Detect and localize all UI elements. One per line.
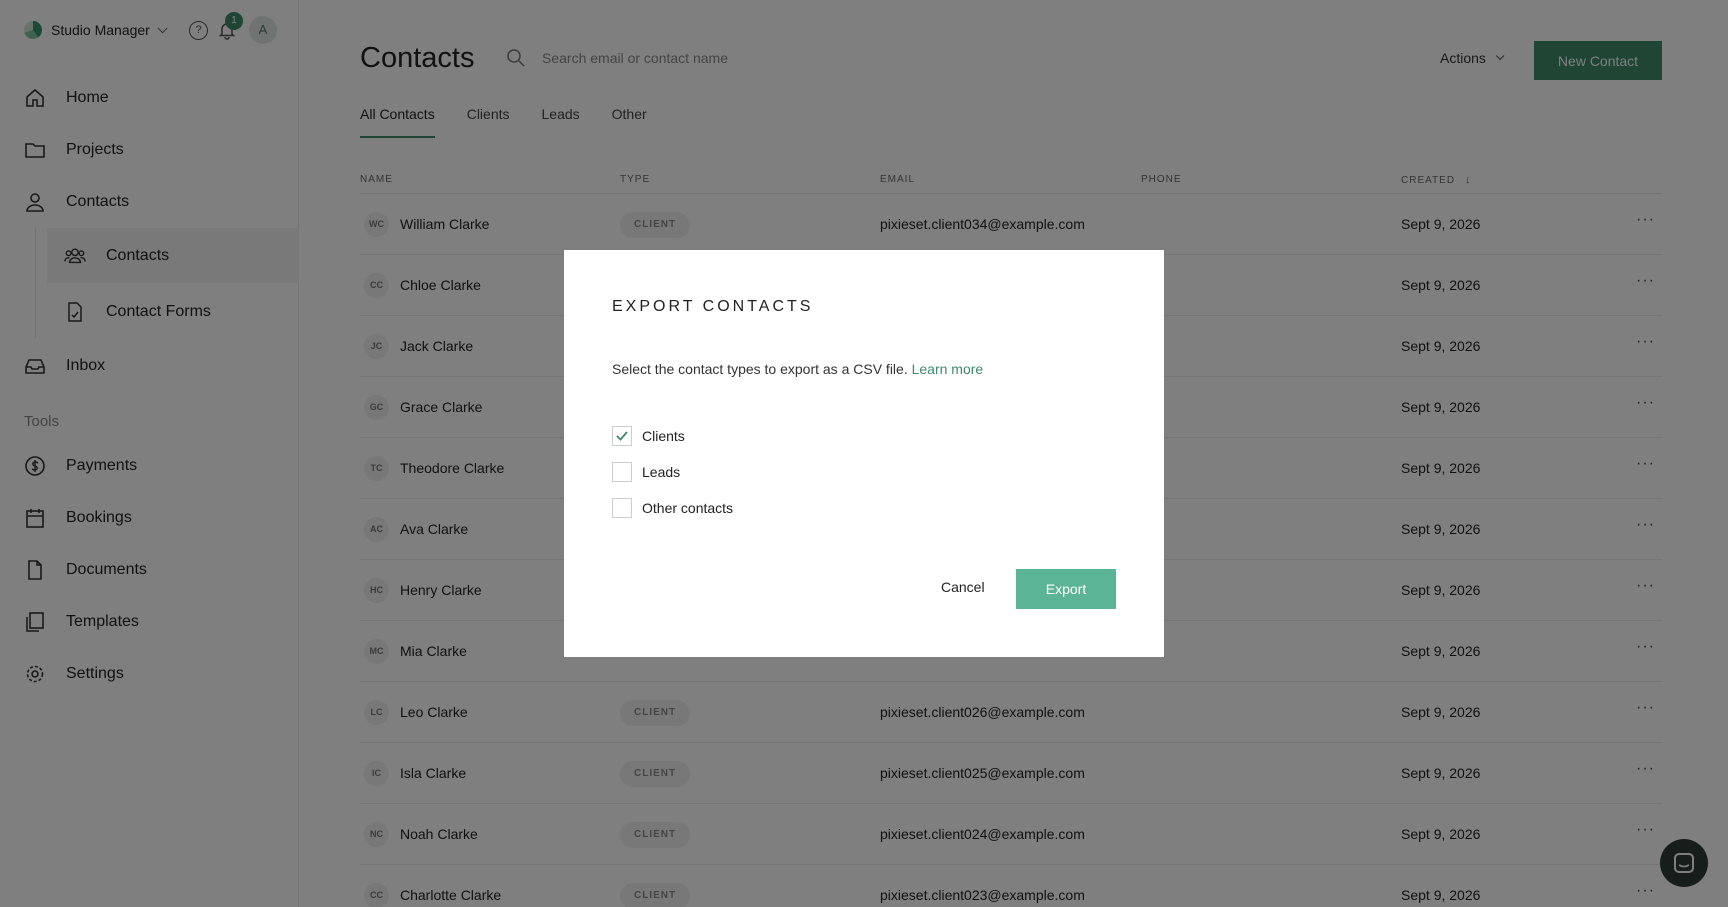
option-other-contacts[interactable]: Other contacts	[612, 498, 733, 518]
checkbox-label: Leads	[642, 464, 681, 480]
dialog-title: EXPORT CONTACTS	[612, 298, 814, 315]
export-contacts-dialog: EXPORT CONTACTS Select the contact types…	[564, 250, 1164, 657]
option-clients[interactable]: Clients	[612, 426, 685, 446]
modal-overlay[interactable]: EXPORT CONTACTS Select the contact types…	[0, 0, 1728, 907]
checkmark-icon	[616, 431, 628, 441]
other-contacts-checkbox[interactable]	[612, 498, 632, 518]
cancel-button[interactable]: Cancel	[941, 579, 985, 595]
option-leads[interactable]: Leads	[612, 462, 680, 482]
learn-more-link[interactable]: Learn more	[912, 361, 984, 377]
leads-checkbox[interactable]	[612, 462, 632, 482]
dialog-description-text: Select the contact types to export as a …	[612, 361, 908, 377]
clients-checkbox[interactable]	[612, 426, 632, 446]
export-button[interactable]: Export	[1016, 569, 1116, 609]
checkbox-label: Other contacts	[642, 500, 734, 516]
checkbox-label: Clients	[642, 428, 685, 444]
dialog-description: Select the contact types to export as a …	[612, 361, 983, 377]
